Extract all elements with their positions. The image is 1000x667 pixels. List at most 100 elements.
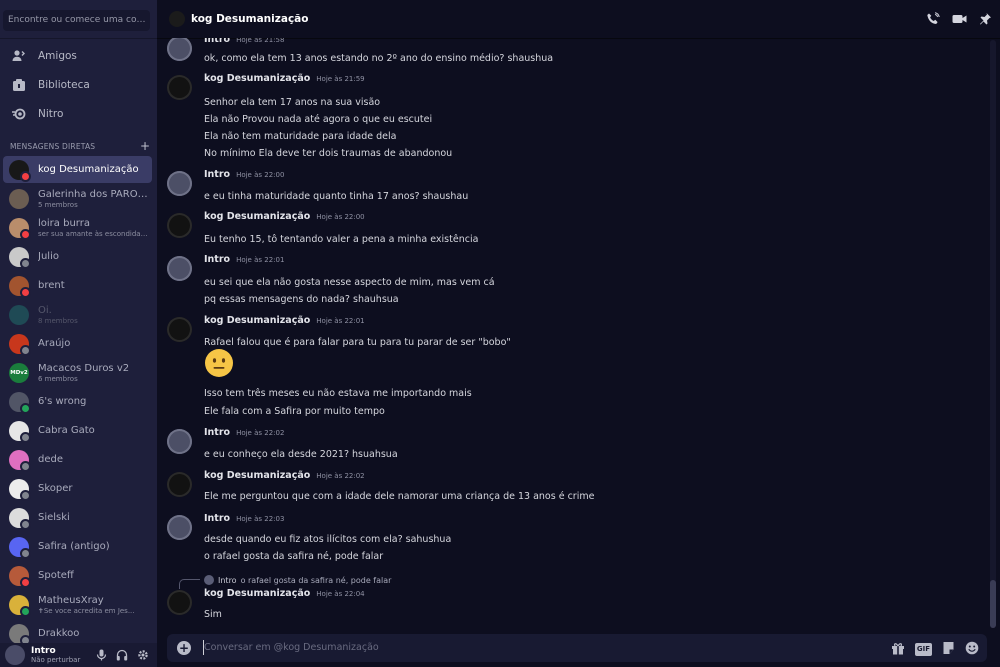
status-indicator-icon [20,547,31,559]
dm-item[interactable]: Galerinha dos PARONÁ 5 membros [3,185,152,212]
library-icon [10,76,28,94]
sticker-icon[interactable] [942,640,955,659]
author-avatar[interactable] [167,317,192,342]
dm-name: kog Desumanização [38,164,139,175]
dm-item[interactable]: Sielski [3,504,152,531]
scrollbar-thumb[interactable] [990,580,996,628]
gift-icon[interactable] [891,640,905,659]
message-author[interactable]: Intro [204,513,230,524]
dm-item[interactable]: Cabra Gato [3,417,152,444]
dm-avatar [9,333,31,356]
status-indicator-icon [20,431,31,443]
gif-button[interactable]: GIF [914,643,932,656]
reply-preview[interactable]: Intro o rafael gosta da safira né, pode … [179,575,391,589]
add-attachment-button[interactable]: + [177,641,191,655]
author-avatar[interactable] [167,472,192,497]
microphone-icon[interactable] [96,646,107,665]
message-author[interactable]: Intro [204,38,230,45]
author-avatar[interactable] [167,590,192,615]
nav-library[interactable]: Biblioteca [0,73,157,97]
nav-nitro[interactable]: Nitro [0,102,157,126]
message-author[interactable]: kog Desumanização [204,588,310,599]
video-call-icon[interactable] [952,11,967,30]
emoji-icon[interactable] [965,640,979,659]
dm-item[interactable]: 6's wrong [3,388,152,415]
status-indicator-icon [20,257,31,269]
dm-item[interactable]: brent [3,272,152,299]
dm-item[interactable]: Spoteff [3,562,152,589]
dm-item[interactable]: MDv2 Macacos Duros v2 6 membros [3,359,152,386]
dm-avatar [9,275,31,298]
dm-item[interactable]: Safira (antigo) [3,533,152,560]
message-author[interactable]: Intro [204,427,230,438]
message-author[interactable]: kog Desumanização [204,73,310,84]
dm-avatar [9,536,31,559]
dm-avatar [9,449,31,472]
dm-section-header: MENSAGENS DIRETAS + [10,140,150,152]
author-avatar[interactable] [167,515,192,540]
dm-name: loira burra [38,217,90,229]
dm-avatar [9,159,31,182]
dm-name: Drakkoo [38,628,80,639]
dm-name: Sielski [38,512,70,523]
headphones-icon[interactable] [116,646,128,665]
author-avatar[interactable] [167,429,192,454]
dm-avatar [9,246,31,269]
dm-name: Oi. [38,304,52,316]
create-dm-button[interactable]: + [140,140,150,152]
dm-item[interactable]: loira burra ser sua amante às escondidas.… [3,214,152,241]
user-name: Intro [31,646,56,656]
scrollbar-track[interactable] [990,40,996,628]
message-author[interactable]: Intro [204,254,230,265]
author-avatar[interactable] [167,171,192,196]
author-avatar[interactable] [167,75,192,100]
dm-avatar [9,420,31,443]
settings-gear-icon[interactable] [137,646,149,665]
dm-item[interactable]: MatheusXray ✝Se voce acredita em Jes... [3,591,152,618]
message-timestamp: Hoje às 22:00 [316,213,365,221]
message-text: o rafael gosta da safira né, pode falar [204,551,384,562]
dm-item[interactable]: Araújo [3,330,152,357]
status-indicator-icon [20,605,31,617]
message-author[interactable]: kog Desumanização [204,211,310,222]
neutral-face-emoji-icon [204,348,234,378]
status-indicator-icon [20,518,31,530]
dm-item[interactable]: Oi. 8 membros [3,301,152,328]
user-avatar[interactable] [5,645,25,665]
status-indicator-icon [20,170,31,182]
message-timestamp: Hoje às 22:01 [316,317,365,325]
nav-friends[interactable]: Amigos [0,44,157,68]
message-timestamp: Hoje às 22:04 [316,590,365,598]
dm-avatar [9,623,31,646]
discord-app: Encontre ou comece uma conversa Amigos B… [0,0,1000,667]
divider [0,38,157,39]
message-list: Intro o rafael gosta da safira né, pode … [157,38,1000,630]
message-author[interactable]: kog Desumanização [204,470,310,481]
author-avatar[interactable] [167,38,192,61]
pinned-messages-icon[interactable] [979,11,992,30]
voice-call-icon[interactable] [926,11,940,30]
nitro-icon [10,105,28,123]
message-timestamp: Hoje às 21:59 [316,75,365,83]
nav-friends-label: Amigos [38,50,77,62]
message-author[interactable]: Intro [204,169,230,180]
dm-item[interactable]: dede [3,446,152,473]
message-author[interactable]: kog Desumanização [204,315,310,326]
dm-item[interactable]: Skoper [3,475,152,502]
message-text: ok, como ela tem 13 anos estando no 2º a… [204,53,554,64]
message-text: Ele fala com a Safira por muito tempo [204,406,385,417]
dm-avatar [9,188,29,209]
chat-main: kog Desumanização Intro o rafael gosta d… [157,0,1000,667]
message-text: Ela não tem maturidade para idade dela [204,131,397,142]
dm-item[interactable]: kog Desumanização [3,156,152,183]
channel-title: kog Desumanização [191,13,309,25]
status-indicator-icon [20,228,31,240]
author-avatar[interactable] [167,213,192,238]
message-input[interactable]: Conversar em @kog Desumanização [204,642,379,653]
find-conversation-button[interactable]: Encontre ou comece uma conversa [3,10,150,31]
dm-name: Safira (antigo) [38,541,110,552]
dm-subtitle: 5 membros [38,200,78,209]
dm-avatar [9,565,31,588]
author-avatar[interactable] [167,256,192,281]
dm-item[interactable]: Julio [3,243,152,270]
